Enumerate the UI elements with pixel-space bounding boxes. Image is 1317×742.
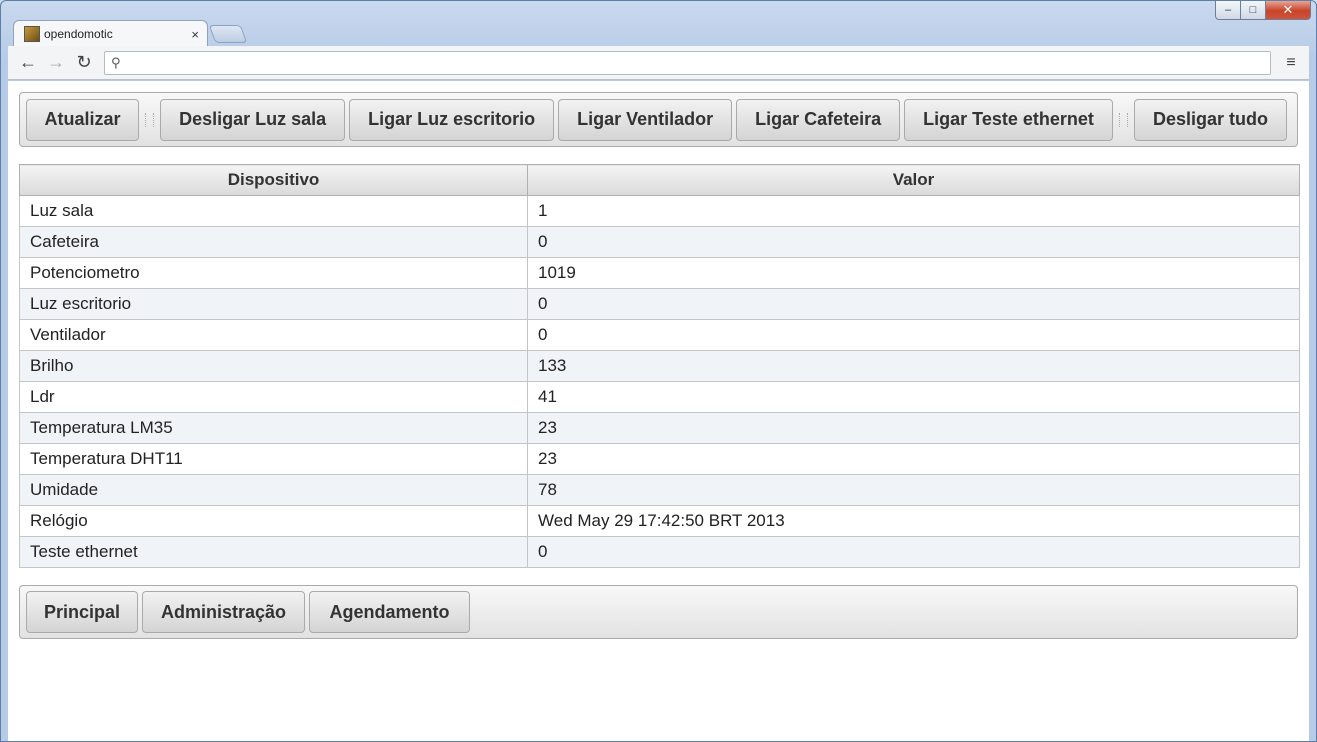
device-name-cell: Brilho — [19, 350, 528, 382]
table-row[interactable]: Luz escritorio 0 — [19, 288, 1300, 320]
device-name-cell: Luz escritorio — [19, 288, 528, 320]
table-row[interactable]: Umidade 78 — [19, 474, 1300, 506]
browser-toolbar: ← → ↻ ⚲ ≡ — [8, 46, 1309, 80]
toolbar-separator — [1118, 112, 1128, 127]
table-header-row: Dispositivo Valor — [19, 164, 1300, 196]
device-value-cell: 23 — [527, 443, 1300, 475]
action-button-desligar-luz-sala[interactable]: Desligar Luz sala — [160, 98, 346, 141]
table-row[interactable]: Teste ethernet 0 — [19, 536, 1300, 568]
table-row[interactable]: Potenciometro 1019 — [19, 257, 1300, 289]
device-value-cell: 78 — [527, 474, 1300, 506]
table-row[interactable]: Temperatura LM35 23 — [19, 412, 1300, 444]
table-row[interactable]: Ventilador 0 — [19, 319, 1300, 351]
device-value-cell: Wed May 29 17:42:50 BRT 2013 — [527, 505, 1300, 537]
toolbar-separator — [145, 112, 155, 127]
minimize-button[interactable]: – — [1215, 1, 1241, 20]
action-button-ligar-luz-escritorio[interactable]: Ligar Luz escritorio — [349, 98, 555, 141]
device-value-cell: 133 — [527, 350, 1300, 382]
search-icon: ⚲ — [111, 54, 121, 70]
device-table: Dispositivo Valor Luz sala 1 Cafeteira 0 Pot… — [19, 164, 1300, 568]
device-name-cell: Temperatura DHT11 — [19, 443, 528, 475]
table-row[interactable]: Brilho 133 — [19, 350, 1300, 382]
close-window-button[interactable]: ✕ — [1266, 1, 1311, 20]
maximize-button[interactable]: □ — [1241, 1, 1266, 20]
device-name-cell: Ventilador — [19, 319, 528, 351]
device-name-cell: Temperatura LM35 — [19, 412, 528, 444]
table-row[interactable]: Temperatura DHT11 23 — [19, 443, 1300, 475]
menu-icon[interactable]: ≡ — [1279, 51, 1303, 75]
table-row[interactable]: Ldr 41 — [19, 381, 1300, 413]
window-controls: – □ ✕ — [1215, 1, 1311, 21]
header-dispositivo[interactable]: Dispositivo — [19, 164, 528, 196]
nav-principal-button[interactable]: Principal — [26, 591, 138, 633]
page-content: Atualizar Desligar Luz sala Ligar Luz es… — [8, 81, 1309, 741]
table-row[interactable]: Cafeteira 0 — [19, 226, 1300, 258]
action-button-ligar-ventilador[interactable]: Ligar Ventilador — [558, 98, 733, 141]
back-button[interactable]: ← — [14, 50, 42, 76]
all-off-button[interactable]: Desligar tudo — [1134, 98, 1287, 141]
device-value-cell: 0 — [527, 319, 1300, 351]
tab-title: opendomotic — [44, 27, 113, 41]
device-value-cell: 0 — [527, 536, 1300, 568]
address-input[interactable] — [124, 52, 1270, 73]
device-name-cell: Teste ethernet — [19, 536, 528, 568]
device-value-cell: 1019 — [527, 257, 1300, 289]
device-name-cell: Potenciometro — [19, 257, 528, 289]
favicon-icon — [24, 26, 40, 42]
new-tab-button[interactable] — [208, 25, 248, 43]
refresh-button[interactable]: Atualizar — [26, 98, 139, 141]
device-name-cell: Cafeteira — [19, 226, 528, 258]
table-row[interactable]: Relógio Wed May 29 17:42:50 BRT 2013 — [19, 505, 1300, 537]
device-name-cell: Luz sala — [19, 195, 528, 227]
tab-opendomotic[interactable]: opendomotic × — [13, 20, 208, 47]
device-value-cell: 0 — [527, 288, 1300, 320]
device-value-cell: 23 — [527, 412, 1300, 444]
table-row[interactable]: Luz sala 1 — [19, 195, 1300, 227]
browser-window: – □ ✕ opendomotic × ← → ↻ ⚲ ≡ Atualizar … — [0, 0, 1317, 742]
device-name-cell: Relógio — [19, 505, 528, 537]
nav-agendamento-button[interactable]: Agendamento — [309, 591, 470, 633]
device-value-cell: 41 — [527, 381, 1300, 413]
tab-close-icon[interactable]: × — [191, 27, 199, 42]
bottom-nav: Principal Administração Agendamento — [19, 585, 1298, 639]
action-button-ligar-teste-ethernet[interactable]: Ligar Teste ethernet — [904, 98, 1113, 141]
header-valor[interactable]: Valor — [527, 164, 1300, 196]
tab-strip: opendomotic × — [13, 19, 248, 47]
device-name-cell: Ldr — [19, 381, 528, 413]
reload-button[interactable]: ↻ — [70, 50, 98, 76]
device-name-cell: Umidade — [19, 474, 528, 506]
action-toolbar: Atualizar Desligar Luz sala Ligar Luz es… — [19, 92, 1298, 147]
action-button-ligar-cafeteira[interactable]: Ligar Cafeteira — [736, 98, 901, 141]
nav-administracao-button[interactable]: Administração — [142, 591, 305, 633]
device-value-cell: 1 — [527, 195, 1300, 227]
device-value-cell: 0 — [527, 226, 1300, 258]
address-bar[interactable]: ⚲ — [104, 50, 1271, 75]
forward-button[interactable]: → — [42, 50, 70, 76]
